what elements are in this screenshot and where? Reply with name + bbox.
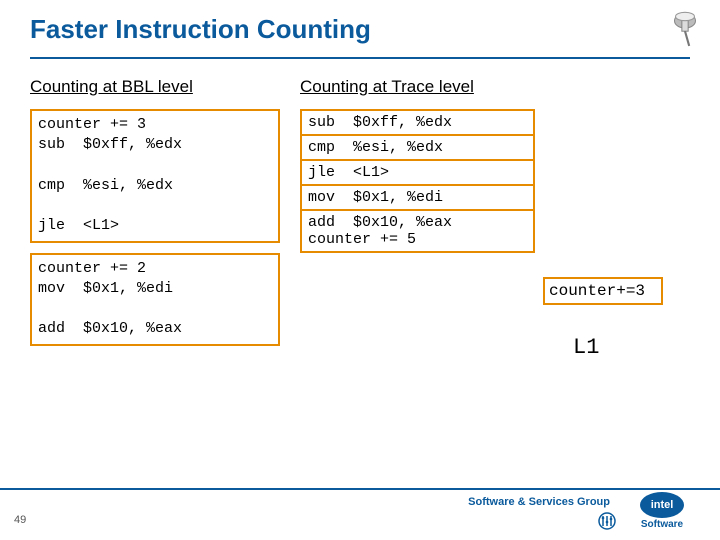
pushpin-icon xyxy=(664,6,706,48)
page-number: 49 xyxy=(14,514,26,526)
trace-row: mov $0x1, %edi xyxy=(302,186,533,211)
right-heading: Counting at Trace level xyxy=(300,77,535,97)
content-area: Counting at BBL level counter += 3 sub $… xyxy=(0,59,720,360)
right-column: Counting at Trace level sub $0xff, %edx … xyxy=(300,77,535,360)
slide-title: Faster Instruction Counting xyxy=(30,14,690,45)
l1-label: L1 xyxy=(543,335,663,360)
software-icon xyxy=(598,512,616,530)
bbl-block-1: counter += 3 sub $0xff, %edx cmp %esi, %… xyxy=(30,109,280,243)
intel-logo-sub: Software xyxy=(622,519,702,530)
footer: Software & Services Group intel Software xyxy=(0,490,720,540)
left-column: Counting at BBL level counter += 3 sub $… xyxy=(30,77,280,360)
trace-row: jle <L1> xyxy=(302,161,533,186)
footer-group-text: Software & Services Group xyxy=(468,496,610,508)
trace-block: sub $0xff, %edx cmp %esi, %edx jle <L1> … xyxy=(300,109,535,253)
intel-logo-text: intel xyxy=(640,492,684,518)
intel-logo: intel Software xyxy=(622,492,702,530)
left-heading: Counting at BBL level xyxy=(30,77,280,97)
bbl-block-2: counter += 2 mov $0x1, %edi add $0x10, %… xyxy=(30,253,280,346)
trace-row: cmp %esi, %edx xyxy=(302,136,533,161)
trace-row: add $0x10, %eax counter += 5 xyxy=(302,211,533,251)
trace-row: sub $0xff, %edx xyxy=(302,111,533,136)
side-column: counter+=3 L1 xyxy=(543,77,663,360)
counter-annotation: counter+=3 xyxy=(543,277,663,305)
